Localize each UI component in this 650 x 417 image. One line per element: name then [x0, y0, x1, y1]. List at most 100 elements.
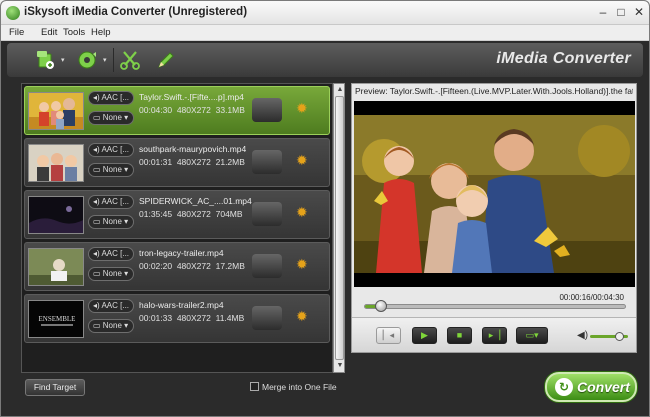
- maximize-button[interactable]: □: [613, 4, 629, 20]
- file-resolution: 480X272: [176, 157, 211, 167]
- output-device-icon[interactable]: [252, 306, 282, 330]
- file-row[interactable]: ◂) AAC [... ▭ None ▾ southpark-maurypovi…: [24, 138, 330, 187]
- video-thumbnail: ENSEMBLE: [28, 300, 84, 338]
- output-device-icon[interactable]: [252, 202, 282, 226]
- file-size: 17.2MB: [215, 261, 245, 271]
- gear-icon[interactable]: ✹: [296, 153, 310, 167]
- convert-icon: ↻: [555, 378, 573, 396]
- audio-track-select[interactable]: ◂) AAC [...: [88, 143, 134, 157]
- audio-track-select[interactable]: ◂) AAC [...: [88, 195, 134, 209]
- file-name: halo-wars-trailer2.mp4: [139, 300, 224, 310]
- find-target-button[interactable]: Find Target: [25, 379, 85, 396]
- video-preview[interactable]: [354, 101, 635, 287]
- menu-help[interactable]: Help: [91, 27, 111, 38]
- volume-icon[interactable]: ◀): [577, 330, 588, 341]
- subtitle-label: None: [102, 113, 122, 122]
- play-icon: ▶: [421, 330, 428, 340]
- file-meta: 00:01:33 480X272 11.4MB: [139, 313, 269, 323]
- gear-icon[interactable]: ✹: [296, 309, 310, 323]
- subtitle-select[interactable]: ▭ None ▾: [88, 267, 134, 281]
- app-logo-icon: [6, 6, 20, 20]
- brand-title: iMedia Converter: [496, 50, 631, 67]
- video-thumbnail: [28, 92, 84, 130]
- audio-track-select[interactable]: ◂) AAC [...: [88, 91, 134, 105]
- file-size: 33.1MB: [215, 105, 245, 115]
- file-size: 21.2MB: [215, 157, 245, 167]
- scrollbar-thumb[interactable]: [335, 96, 344, 360]
- load-dvd-dropdown-icon[interactable]: ▾: [103, 56, 111, 64]
- file-name: southpark-maurypovich.mp4: [139, 144, 247, 154]
- load-dvd-button[interactable]: [75, 48, 101, 72]
- subtitle-select[interactable]: ▭ None ▾: [88, 215, 134, 229]
- menu-bar: File Edit Tools Help: [1, 25, 649, 41]
- audio-track-label: AAC [...: [101, 197, 130, 206]
- file-resolution: 480X272: [176, 105, 211, 115]
- output-device-icon[interactable]: [252, 254, 282, 278]
- seek-handle[interactable]: [374, 300, 387, 312]
- app-window: iSkysoft iMedia Converter (Unregistered)…: [0, 0, 650, 417]
- play-button[interactable]: ▶: [412, 327, 437, 344]
- file-duration: 00:01:33: [139, 313, 173, 323]
- file-meta: 00:01:31 480X272 21.2MB: [139, 157, 269, 167]
- video-thumbnail: [28, 196, 84, 234]
- load-dvd-icon: [78, 51, 96, 69]
- audio-track-label: AAC [...: [101, 301, 130, 310]
- add-file-button[interactable]: [33, 48, 59, 72]
- merge-checkbox[interactable]: [250, 382, 259, 391]
- scroll-up-icon[interactable]: ▲: [335, 85, 345, 95]
- file-resolution: 480X272: [176, 261, 211, 271]
- thumbnail-caption: ENSEMBLE: [39, 315, 76, 323]
- menu-edit[interactable]: Edit: [41, 27, 57, 38]
- file-row[interactable]: ENSEMBLE ◂) AAC [... ▭ None ▾ halo-wars-…: [24, 294, 330, 343]
- audio-track-select[interactable]: ◂) AAC [...: [88, 299, 134, 313]
- convert-button[interactable]: ↻ Convert: [545, 372, 637, 402]
- file-resolution: 480X272: [176, 313, 211, 323]
- file-meta: 00:02:20 480X272 17.2MB: [139, 261, 269, 271]
- video-frame: [354, 115, 635, 273]
- file-list: ◂) AAC [... ▭ None ▾ Taylor.Swift.-.[Fif…: [21, 83, 333, 373]
- subtitle-label: None: [102, 321, 122, 330]
- output-device-icon[interactable]: [252, 98, 282, 122]
- file-resolution: 480X272: [176, 209, 211, 219]
- output-device-icon[interactable]: [252, 150, 282, 174]
- scroll-down-icon[interactable]: ▼: [335, 361, 345, 371]
- file-duration: 00:04:30: [139, 105, 173, 115]
- edit-button[interactable]: [153, 48, 179, 72]
- minimize-button[interactable]: –: [595, 4, 611, 20]
- next-frame-button[interactable]: ▸▕: [482, 327, 507, 344]
- gear-icon[interactable]: ✹: [296, 257, 310, 271]
- gear-icon[interactable]: ✹: [296, 101, 310, 115]
- close-button[interactable]: ✕: [631, 4, 647, 20]
- menu-file[interactable]: File: [9, 27, 24, 38]
- subtitle-label: None: [102, 269, 122, 278]
- window-title: iSkysoft iMedia Converter (Unregistered): [24, 6, 248, 18]
- list-footer: Find Target Merge into One File: [21, 379, 345, 399]
- seek-bar[interactable]: [364, 300, 626, 312]
- trim-button[interactable]: [117, 48, 143, 72]
- volume-slider[interactable]: [590, 332, 628, 341]
- gear-icon[interactable]: ✹: [296, 205, 310, 219]
- menu-tools[interactable]: Tools: [63, 27, 85, 38]
- audio-track-label: AAC [...: [101, 249, 130, 258]
- file-list-scrollbar[interactable]: ▲ ▼: [333, 83, 345, 373]
- subtitle-select[interactable]: ▭ None ▾: [88, 163, 134, 177]
- previous-icon: ▏◂: [382, 330, 395, 340]
- audio-track-label: AAC [...: [101, 93, 130, 102]
- add-file-dropdown-icon[interactable]: ▾: [61, 56, 69, 64]
- file-name: SPIDERWICK_AC_....01.mp4: [139, 196, 252, 206]
- file-row[interactable]: ◂) AAC [... ▭ None ▾ tron-legacy-trailer…: [24, 242, 330, 291]
- video-thumbnail: [28, 248, 84, 286]
- subtitle-select[interactable]: ▭ None ▾: [88, 111, 134, 125]
- previous-frame-button[interactable]: ▏◂: [376, 327, 401, 344]
- stop-button[interactable]: ■: [447, 327, 472, 344]
- subtitle-select[interactable]: ▭ None ▾: [88, 319, 134, 333]
- snapshot-button[interactable]: ▭▾: [516, 327, 548, 344]
- audio-track-select[interactable]: ◂) AAC [...: [88, 247, 134, 261]
- volume-handle[interactable]: [614, 332, 624, 341]
- merge-label: Merge into One File: [262, 382, 337, 392]
- file-row[interactable]: ◂) AAC [... ▭ None ▾ Taylor.Swift.-.[Fif…: [24, 86, 330, 135]
- toolbar-divider: [113, 48, 114, 72]
- file-row[interactable]: ◂) AAC [... ▭ None ▾ SPIDERWICK_AC_....0…: [24, 190, 330, 239]
- pencil-icon: [158, 52, 174, 68]
- stop-icon: ■: [456, 330, 463, 340]
